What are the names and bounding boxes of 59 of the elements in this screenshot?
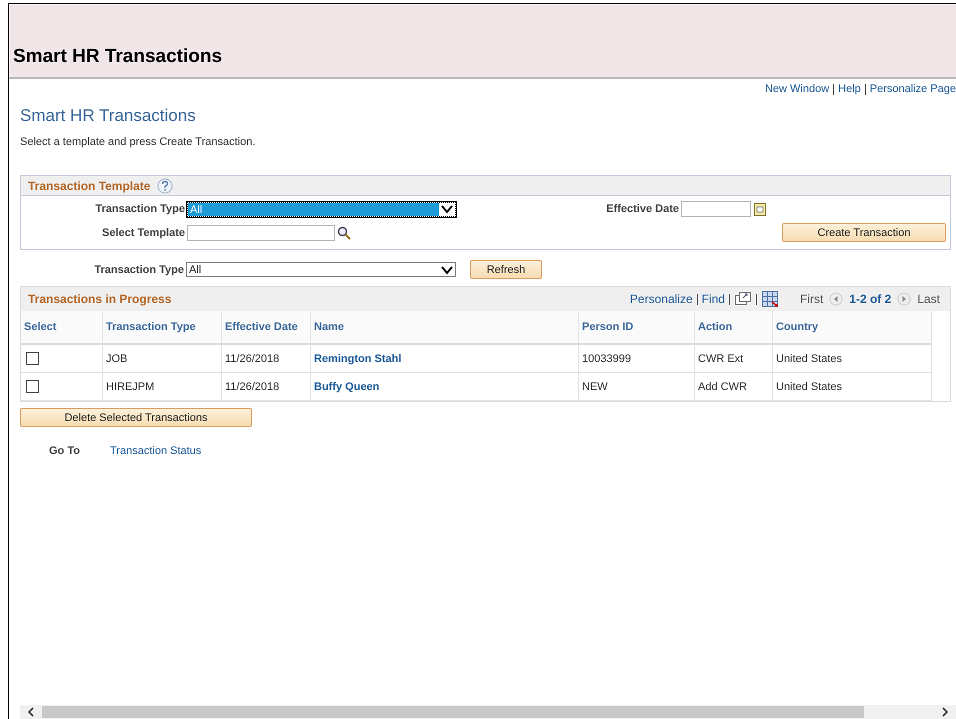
create-transaction-button[interactable]: Create Transaction <box>782 223 946 242</box>
column-header[interactable]: Select <box>21 311 103 345</box>
header-link[interactable]: New Window <box>764 83 830 95</box>
table-cell: CWR Ext <box>695 345 773 373</box>
header-link[interactable]: Personalize Page <box>870 83 956 95</box>
column-header[interactable]: Transaction Type <box>103 311 222 345</box>
scroll-left-icon[interactable] <box>26 706 36 718</box>
next-icon[interactable] <box>897 292 912 306</box>
help-icon[interactable] <box>157 178 174 194</box>
name-link[interactable]: Buffy Queen <box>314 380 380 392</box>
go-to-label: Go To <box>49 445 81 457</box>
transaction-type-dropdown[interactable]: All <box>186 262 456 277</box>
caret-icon[interactable] <box>440 204 454 214</box>
table-cell: 11/26/2018 <box>222 373 311 401</box>
new-window-icon[interactable] <box>734 292 751 306</box>
column-header[interactable]: Person ID <box>579 311 695 345</box>
spreadsheet-icon[interactable] <box>762 291 778 307</box>
table-cell: 10033999 <box>579 345 695 373</box>
column-header[interactable]: Country <box>773 311 932 345</box>
scroll-right-icon[interactable] <box>940 706 950 718</box>
field-label: Effective Date <box>606 203 680 215</box>
column-header[interactable]: Effective Date <box>222 311 311 345</box>
calendar-icon[interactable] <box>754 202 766 216</box>
first-label: First <box>800 292 824 306</box>
last-label: Last <box>917 292 940 306</box>
horizontal-scrollbar[interactable] <box>20 705 956 719</box>
table-cell: NEW <box>579 373 695 401</box>
field-label: Select Template <box>101 226 186 238</box>
caret-icon[interactable] <box>440 264 454 274</box>
instructions-text: Select a template and press Create Transaction. <box>20 136 256 148</box>
refresh-button[interactable]: Refresh <box>470 260 542 279</box>
row-checkbox[interactable] <box>26 380 39 393</box>
table-cell: 11/26/2018 <box>222 345 311 373</box>
table-cell: United States <box>773 345 932 373</box>
grid-link[interactable]: Find <box>702 292 725 306</box>
row-checkbox[interactable] <box>26 352 39 365</box>
table-cell: HIREJPM <box>103 373 222 401</box>
row-range: 1-2 of 2 <box>849 292 892 306</box>
page-title: Smart HR Transactions <box>20 106 197 126</box>
previous-icon[interactable] <box>829 292 844 306</box>
grid-link[interactable]: Personalize <box>630 292 693 306</box>
table-cell: Add CWR <box>695 373 773 401</box>
field-label: Transaction Type <box>93 264 185 276</box>
template-field[interactable] <box>187 224 335 240</box>
search-icon[interactable] <box>337 226 351 240</box>
transaction-status-link[interactable]: Transaction Status <box>110 445 202 457</box>
section-title: Transactions in Progress <box>28 292 172 306</box>
header-link[interactable]: Help <box>838 83 861 95</box>
column-header[interactable]: Action <box>695 311 773 345</box>
table-cell: United States <box>773 373 932 401</box>
scrollbar-thumb[interactable] <box>42 706 864 718</box>
date-field[interactable] <box>681 201 751 217</box>
name-link[interactable]: Remington Stahl <box>314 352 402 364</box>
section-title: Transaction Template <box>28 178 150 192</box>
table-cell: JOB <box>103 345 222 373</box>
column-header[interactable]: Name <box>311 311 579 345</box>
page-header-title: Smart HR Transactions <box>13 46 222 68</box>
delete-selected-button[interactable]: Delete Selected Transactions <box>20 408 252 427</box>
field-label: Transaction Type <box>94 203 186 215</box>
